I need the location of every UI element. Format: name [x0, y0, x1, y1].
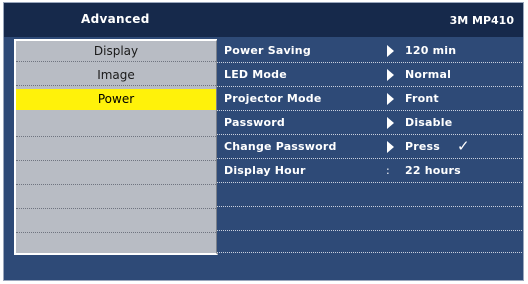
menu-item-image[interactable]: Image: [16, 65, 216, 86]
menu-item-label: Image: [97, 68, 135, 82]
setting-value: Press: [405, 140, 441, 153]
setting-row-power-saving[interactable]: Power Saving 120 min: [217, 39, 522, 63]
triangle-right-icon: [387, 69, 394, 81]
setting-row-empty: [217, 183, 522, 207]
title-bar: Advanced 3M MP410: [4, 3, 523, 37]
menu-item-display[interactable]: Display: [16, 41, 216, 62]
setting-row-projector-mode[interactable]: Projector Mode Front: [217, 87, 522, 111]
setting-value: Disable: [405, 116, 453, 129]
setting-label: Password: [224, 116, 285, 129]
setting-label: Change Password: [224, 140, 337, 153]
setting-row-led-mode[interactable]: LED Mode Normal: [217, 63, 522, 87]
model-name: 3M MP410: [449, 14, 514, 27]
setting-row-change-password[interactable]: Change Password Press ✓: [217, 135, 522, 159]
menu-item-empty: [16, 161, 216, 185]
setting-row-empty: [217, 231, 522, 253]
triangle-right-icon: [387, 117, 394, 129]
checkmark-icon: ✓: [457, 137, 470, 155]
setting-label: Power Saving: [224, 44, 311, 57]
triangle-right-icon: [387, 45, 394, 57]
setting-value: Front: [405, 92, 439, 105]
menu-item-label: Display: [93, 44, 139, 58]
menu-item-empty: [16, 113, 216, 137]
setting-value: 120 min: [405, 44, 457, 57]
menu-item-empty: [16, 209, 216, 233]
menu-item-label: Power: [97, 92, 135, 106]
menu-item-empty: [16, 185, 216, 209]
setting-label: Projector Mode: [224, 92, 322, 105]
category-menu: Display Image Power: [14, 39, 218, 255]
triangle-right-icon: [387, 93, 394, 105]
setting-separator: :: [386, 164, 390, 177]
setting-label: Display Hour: [224, 164, 306, 177]
setting-label: LED Mode: [224, 68, 287, 81]
setting-value: 22 hours: [405, 164, 461, 177]
settings-panel: Power Saving 120 min LED Mode Normal Pro…: [217, 39, 522, 253]
osd-menu-window: Advanced 3M MP410 Display Image Power Po…: [3, 2, 524, 281]
setting-row-password[interactable]: Password Disable: [217, 111, 522, 135]
menu-item-power[interactable]: Power: [16, 89, 216, 110]
menu-item-empty: [16, 137, 216, 161]
triangle-right-icon: [387, 141, 394, 153]
setting-row-empty: [217, 207, 522, 231]
setting-row-display-hour: Display Hour : 22 hours: [217, 159, 522, 183]
menu-title: Advanced: [81, 12, 150, 26]
setting-value: Normal: [405, 68, 452, 81]
screen: Advanced 3M MP410 Display Image Power Po…: [0, 0, 528, 284]
